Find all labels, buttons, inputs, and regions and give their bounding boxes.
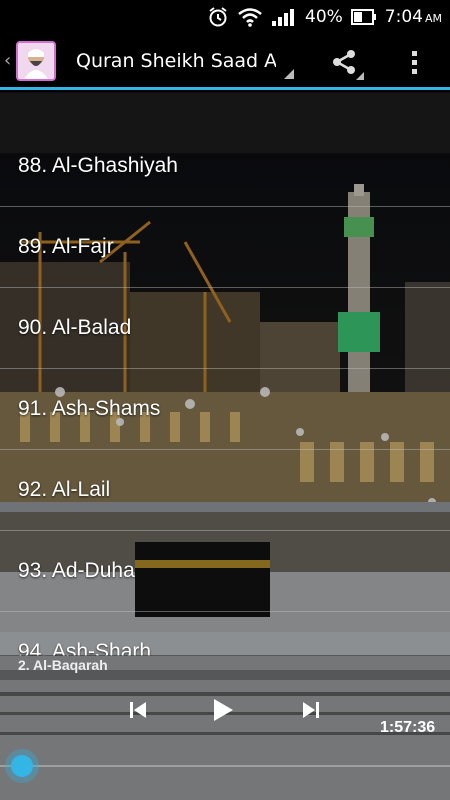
action-bar: ‹ Quran Sheikh Saad A.. <box>0 34 450 90</box>
list-item[interactable]: 89. Al-Fajr <box>0 207 450 288</box>
app-logo-icon[interactable] <box>16 40 56 81</box>
surah-label: 94. Ash-Sharh <box>18 640 152 656</box>
alarm-clock-icon <box>207 6 229 28</box>
elapsed-time: 1:57:36 <box>380 719 436 736</box>
surah-label: 91. Ash-Shams <box>18 397 161 420</box>
list-item[interactable]: 91. Ash-Shams <box>0 369 450 450</box>
play-icon[interactable] <box>208 695 238 725</box>
wifi-icon <box>237 6 263 28</box>
list-item[interactable]: 93. Ad-Duha <box>0 531 450 612</box>
battery-percent: 40% <box>305 7 343 27</box>
seek-thumb[interactable] <box>11 755 33 777</box>
clock: 7:04 AM <box>384 7 442 27</box>
surah-label: 88. Al-Ghashiyah <box>18 154 178 177</box>
seek-bar[interactable] <box>0 765 450 767</box>
list-item[interactable]: 94. Ash-Sharh <box>0 612 450 656</box>
now-playing-title: 2. Al-Baqarah <box>18 657 108 673</box>
status-bar: 40% 7:04 AM <box>0 0 450 34</box>
overflow-menu-icon[interactable] <box>402 44 426 80</box>
audio-player: 2. Al-Baqarah 1:57:36 <box>0 655 450 800</box>
surah-label: 89. Al-Fajr <box>18 235 114 258</box>
up-caret-icon[interactable]: ‹ <box>4 50 16 71</box>
share-dropdown-indicator <box>356 72 364 80</box>
surah-label: 93. Ad-Duha <box>18 559 135 582</box>
surah-list[interactable]: 88. Al-Ghashiyah 89. Al-Fajr 90. Al-Bala… <box>0 126 450 656</box>
list-item[interactable]: 92. Al-Lail <box>0 450 450 531</box>
page-title[interactable]: Quran Sheikh Saad A.. <box>76 50 276 72</box>
title-dropdown-indicator <box>284 69 294 79</box>
battery-icon <box>350 8 377 26</box>
previous-track-icon[interactable] <box>123 695 153 725</box>
next-track-icon[interactable] <box>296 695 326 725</box>
surah-label: 92. Al-Lail <box>18 478 111 501</box>
list-item[interactable]: 90. Al-Balad <box>0 288 450 369</box>
surah-label: 90. Al-Balad <box>18 316 132 339</box>
cell-signal-icon <box>271 7 297 27</box>
list-item[interactable]: 88. Al-Ghashiyah <box>0 126 450 207</box>
